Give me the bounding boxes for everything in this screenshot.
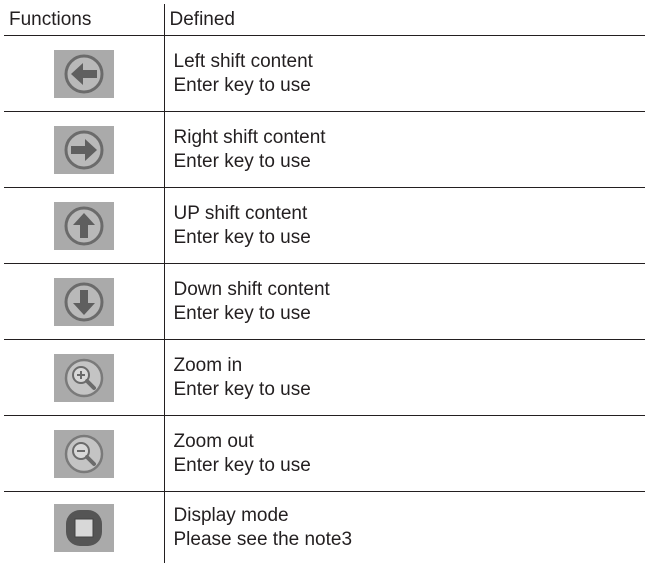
table-row: Right shift content Enter key to use [4,111,645,188]
definition-cell: UP shift content Enter key to use [163,187,645,264]
table-row: Down shift content Enter key to use [4,263,645,340]
display-mode-icon [53,503,114,552]
definition-title: Down shift content [173,278,330,300]
left-arrow-icon [53,49,114,98]
function-cell [4,491,165,563]
zoom-in-icon [53,353,114,402]
definition-title: UP shift content [173,202,308,224]
function-cell [4,339,165,416]
table-row: Zoom out Enter key to use [4,415,645,492]
table-row: Left shift content Enter key to use [4,35,645,112]
definition-note: Enter key to use [173,226,311,248]
definition-title: Zoom in [173,354,243,376]
definition-note: Enter key to use [173,150,311,172]
definition-title: Display mode [173,504,289,526]
definition-note: Enter key to use [173,454,311,476]
functions-table: Functions Defined Left shift content Ent… [4,4,645,563]
table-row: Zoom in Enter key to use [4,339,645,416]
definition-title: Zoom out [173,430,254,452]
definition-note: Enter key to use [173,74,311,96]
definition-cell: Left shift content Enter key to use [163,35,645,112]
table-row: Display mode Please see the note3 [4,491,645,563]
definition-title: Right shift content [173,126,326,148]
definition-title: Left shift content [173,50,313,72]
function-cell [4,263,165,340]
functions-column-header: Functions [4,4,165,36]
function-cell [4,111,165,188]
defined-column-header: Defined [163,4,645,36]
zoom-out-icon [53,429,114,478]
function-cell [4,415,165,492]
table-row: UP shift content Enter key to use [4,187,645,264]
table-header-row: Functions Defined [4,4,645,36]
down-arrow-icon [53,277,114,326]
definition-note: Enter key to use [173,302,311,324]
definition-note: Enter key to use [173,378,311,400]
definition-cell: Zoom out Enter key to use [163,415,645,492]
function-cell [4,35,165,112]
definition-cell: Display mode Please see the note3 [163,491,645,563]
definition-cell: Right shift content Enter key to use [163,111,645,188]
function-cell [4,187,165,264]
right-arrow-icon [53,125,114,174]
definition-cell: Zoom in Enter key to use [163,339,645,416]
definition-note: Please see the note3 [173,528,353,550]
up-arrow-icon [53,201,114,250]
definition-cell: Down shift content Enter key to use [163,263,645,340]
